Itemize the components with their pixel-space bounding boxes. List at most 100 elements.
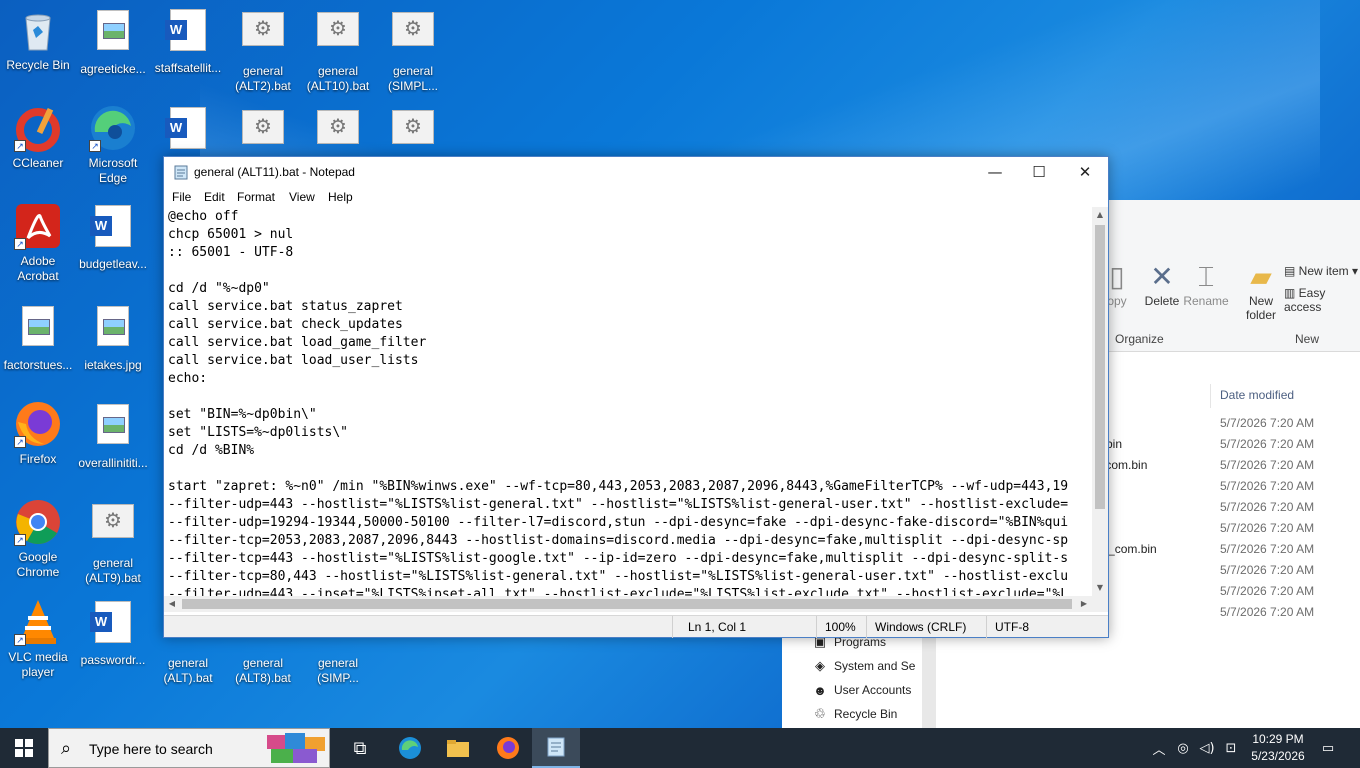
desktop-icon[interactable]: ↗ Google Chrome (0, 498, 76, 580)
desktop-icon[interactable]: ⚙ (375, 104, 451, 162)
file-row[interactable]: 5/7/2026 7:20 AM (1092, 605, 1360, 626)
notifications-button[interactable]: ▭ (1314, 728, 1342, 768)
batch-file-icon: ⚙ (389, 12, 437, 60)
window-title: general (ALT11).bat - Notepad (194, 165, 355, 179)
status-divider (672, 616, 673, 638)
desktop-icon-label: general (ALT9).bat (85, 556, 141, 585)
desktop-icon[interactable]: ⚙ general (ALT2).bat (225, 6, 301, 94)
minimize-button[interactable]: — (972, 157, 1018, 187)
desktop-icon[interactable]: ↗ Microsoft Edge (75, 104, 151, 186)
taskbar-search-box[interactable]: ⌕ Type here to search (48, 728, 330, 768)
menu-format[interactable]: Format (237, 190, 275, 204)
menu-view[interactable]: View (289, 190, 315, 204)
chrome-icon: ↗ (14, 498, 62, 546)
desktop-icon[interactable]: ↗ CCleaner (0, 104, 76, 171)
desktop-icon[interactable]: Recycle Bin (0, 6, 76, 73)
batch-file-icon: ⚙ (314, 12, 362, 60)
scroll-right-icon[interactable]: ▶ (1076, 596, 1092, 612)
taskbar-firefox[interactable] (484, 728, 532, 768)
status-bar: Ln 1, Col 1 100% Windows (CRLF) UTF-8 (164, 615, 1108, 638)
delete-button[interactable]: ✕ Delete (1138, 260, 1186, 308)
easy-access-button[interactable]: ▥ Easy access (1284, 286, 1360, 314)
new-item-button[interactable]: ▤ New item ▾ (1284, 264, 1358, 278)
desktop-icon-label: agreeticke... (80, 62, 146, 76)
taskbar-edge[interactable] (386, 728, 434, 768)
batch-file-icon: ⚙ (89, 504, 137, 552)
desktop-icon[interactable]: ↗ VLC media player (0, 598, 76, 680)
scroll-down-icon[interactable]: ▼ (1092, 580, 1108, 596)
tray-language[interactable]: ⊡ (1220, 728, 1242, 768)
file-row[interactable]: ru.bin5/7/2026 7:20 AM (1092, 437, 1360, 458)
horizontal-scroll-thumb[interactable] (182, 599, 1072, 609)
file-row[interactable]: 5/7/2026 7:20 AM (1092, 479, 1360, 500)
file-date: 5/7/2026 7:20 AM (1220, 542, 1315, 556)
tray-volume[interactable]: ◁) (1196, 728, 1218, 768)
horizontal-scrollbar[interactable]: ◀ ▶ (164, 596, 1092, 612)
task-view-button[interactable]: ⧉ (336, 728, 384, 768)
menu-file[interactable]: File (172, 190, 191, 204)
rename-button[interactable]: ⌶ Rename (1182, 260, 1230, 308)
scroll-up-icon[interactable]: ▲ (1092, 207, 1108, 223)
folder-icon: ▰ (1250, 261, 1272, 292)
shortcut-arrow-icon: ↗ (14, 140, 26, 152)
close-button[interactable]: ✕ (1062, 157, 1108, 187)
taskbar-clock[interactable]: 10:29 PM 5/23/2026 (1244, 731, 1312, 765)
desktop-icon[interactable]: ⚙ general (SIMPL... (375, 6, 451, 94)
desktop-icon[interactable]: factorstues... (0, 302, 76, 373)
vertical-scroll-thumb[interactable] (1095, 225, 1105, 509)
notepad-window[interactable]: general (ALT11).bat - Notepad — ☐ ✕ File… (163, 156, 1109, 638)
file-row[interactable]: 5/7/2026 7:20 AM (1092, 584, 1360, 605)
desktop-icon[interactable]: ⚙ general (ALT9).bat (75, 498, 151, 586)
desktop-icon[interactable]: Wbudgetleav... (75, 202, 151, 272)
tray-camera[interactable]: ◎ (1172, 728, 1194, 768)
file-date: 5/7/2026 7:20 AM (1220, 416, 1315, 430)
menu-help[interactable]: Help (328, 190, 353, 204)
editor-content[interactable]: @echo off chcp 65001 > nul :: 65001 - UT… (168, 208, 1068, 604)
maximize-button[interactable]: ☐ (1016, 157, 1062, 187)
desktop-icon[interactable]: ↗ Firefox (0, 400, 76, 467)
desktop-icon[interactable]: Wpasswordr... (75, 598, 151, 668)
recycle-bin-icon: ♲ (814, 706, 826, 721)
vertical-scrollbar[interactable]: ▲ ▼ (1092, 207, 1108, 596)
taskbar: ⌕ Type here to search ⧉ ︿ ◎ ◁) ⊡ 10:29 P… (0, 728, 1360, 768)
rename-icon: ⌶ (1197, 261, 1215, 292)
desktop-icon[interactable]: ⚙ (300, 104, 376, 162)
file-row[interactable]: 5/7/2026 7:20 AM (1092, 563, 1360, 584)
desktop-icon[interactable]: ietakes.jpg (75, 302, 151, 373)
ribbon-group-new: New (1295, 332, 1320, 346)
taskbar-notepad[interactable] (532, 728, 580, 768)
desktop-icon[interactable]: Wstaffsatellit... (150, 6, 226, 76)
new-folder-button[interactable]: ▰ New folder (1236, 260, 1286, 322)
desktop-icon-label: CCleaner (12, 156, 64, 170)
title-bar[interactable]: general (ALT11).bat - Notepad — ☐ ✕ (164, 157, 1108, 187)
status-divider (866, 616, 867, 638)
maximize-icon: ☐ (1032, 163, 1046, 181)
scroll-left-icon[interactable]: ◀ (164, 596, 180, 612)
desktop-icon[interactable]: ⚙ general (ALT10).bat (300, 6, 376, 94)
desktop-icon[interactable]: ⚙ (225, 104, 301, 162)
column-header-date-modified[interactable]: Date modified (1220, 388, 1294, 402)
file-date: 5/7/2026 7:20 AM (1220, 584, 1315, 598)
nav-item-label: Recycle Bin (834, 707, 898, 721)
show-hidden-icons-button[interactable]: ︿ (1148, 728, 1170, 768)
file-row[interactable]: n5/7/2026 7:20 AM (1092, 521, 1360, 542)
file-row[interactable]: 5/7/2026 7:20 AM (1092, 416, 1360, 437)
text-editor[interactable]: @echo off chcp 65001 > nul :: 65001 - UT… (164, 207, 1092, 611)
file-row[interactable]: in5/7/2026 7:20 AM (1092, 500, 1360, 521)
clock-time: 10:29 PM (1252, 732, 1304, 746)
desktop-icon-label: Google Chrome (16, 550, 60, 579)
desktop-icon-label: Microsoft Edge (88, 156, 138, 185)
language-icon: ⊡ (1225, 740, 1237, 756)
taskbar-file-explorer[interactable] (434, 728, 482, 768)
desktop-icon[interactable]: overallinititi... (75, 400, 151, 471)
desktop-icon-label: staffsatellit... (154, 61, 222, 75)
file-row[interactable]: e_com.bin 5/7/2026 7:20 AM (1092, 458, 1360, 479)
desktop-icon[interactable]: ↗ Adobe Acrobat (0, 202, 76, 284)
edge-icon (399, 737, 421, 759)
menu-edit[interactable]: Edit (204, 190, 225, 204)
start-button[interactable] (0, 728, 48, 768)
desktop-icon[interactable]: agreeticke... (75, 6, 151, 77)
file-row[interactable]: gle_com.bin 5/7/2026 7:20 AM (1092, 542, 1360, 563)
navigation-pane-scrollbar[interactable] (922, 626, 936, 728)
desktop-icon-label: general (ALT10).bat (306, 64, 370, 93)
